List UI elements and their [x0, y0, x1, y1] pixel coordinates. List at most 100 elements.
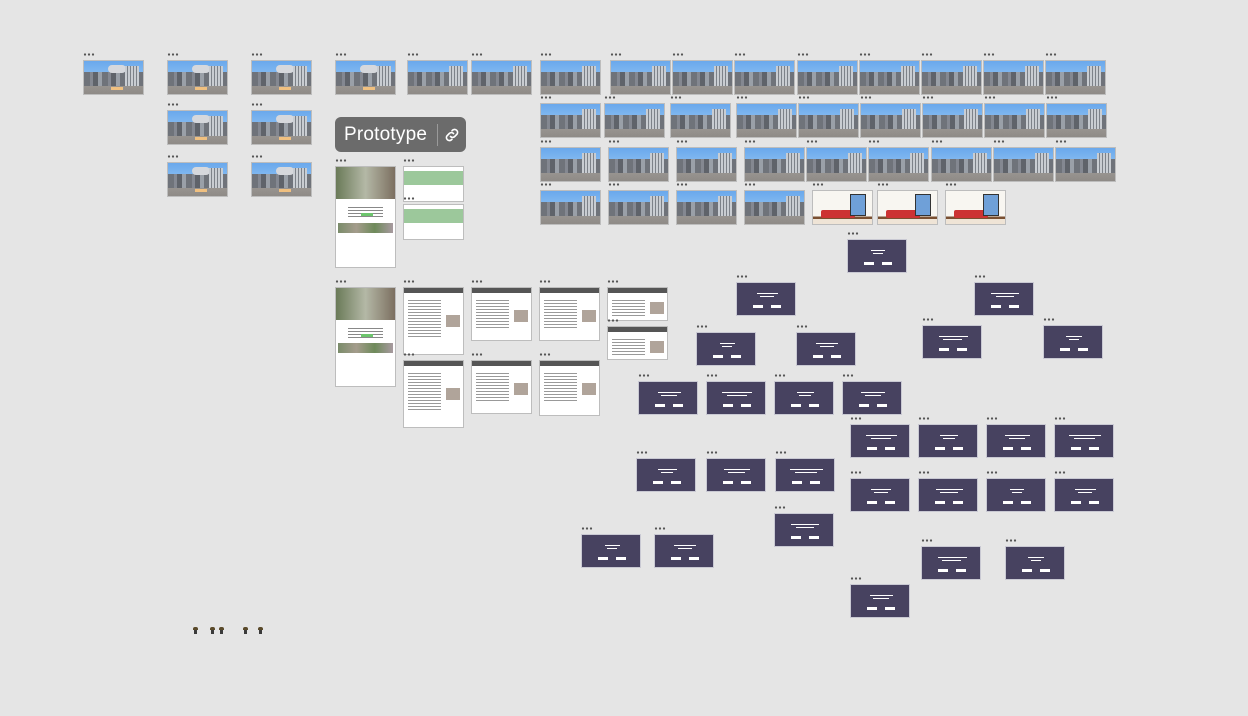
- frame-menu-dots[interactable]: [1054, 471, 1066, 474]
- dialog-frame[interactable]: [986, 424, 1046, 458]
- title-screen-frame[interactable]: [83, 60, 144, 95]
- frame-menu-dots[interactable]: [736, 96, 748, 99]
- frame-menu-dots[interactable]: [931, 140, 943, 143]
- frame-menu-dots[interactable]: [540, 96, 552, 99]
- frame-menu-dots[interactable]: [1043, 318, 1055, 321]
- frame-menu-dots[interactable]: [744, 183, 756, 186]
- room-scene-frame[interactable]: [812, 190, 873, 225]
- city-scene-frame[interactable]: [798, 103, 859, 138]
- dialog-frame[interactable]: [696, 332, 756, 366]
- city-scene-frame[interactable]: [868, 147, 929, 182]
- title-screen-frame[interactable]: [251, 110, 312, 145]
- city-scene-frame[interactable]: [859, 60, 920, 95]
- dialog-frame[interactable]: [918, 424, 978, 458]
- city-scene-frame[interactable]: [993, 147, 1054, 182]
- frame-menu-dots[interactable]: [610, 53, 622, 56]
- dialog-frame[interactable]: [918, 478, 978, 512]
- frame-menu-dots[interactable]: [850, 577, 862, 580]
- city-scene-frame[interactable]: [984, 103, 1045, 138]
- frame-menu-dots[interactable]: [670, 96, 682, 99]
- city-scene-frame[interactable]: [744, 147, 805, 182]
- dialog-frame[interactable]: [922, 325, 982, 359]
- frame-menu-dots[interactable]: [877, 183, 889, 186]
- title-screen-frame[interactable]: [167, 162, 228, 197]
- frame-menu-dots[interactable]: [540, 140, 552, 143]
- frame-menu-dots[interactable]: [251, 155, 263, 158]
- title-screen-frame[interactable]: [335, 60, 396, 95]
- city-scene-frame[interactable]: [797, 60, 858, 95]
- frame-menu-dots[interactable]: [945, 183, 957, 186]
- title-screen-frame[interactable]: [167, 110, 228, 145]
- frame-menu-dots[interactable]: [581, 527, 593, 530]
- frame-menu-dots[interactable]: [921, 53, 933, 56]
- article-page-frame[interactable]: [539, 360, 600, 416]
- frame-menu-dots[interactable]: [654, 527, 666, 530]
- dialog-frame[interactable]: [921, 546, 981, 580]
- frame-menu-dots[interactable]: [696, 325, 708, 328]
- frame-menu-dots[interactable]: [983, 53, 995, 56]
- article-page-frame[interactable]: [471, 287, 532, 341]
- room-scene-frame[interactable]: [877, 190, 938, 225]
- frame-menu-dots[interactable]: [335, 53, 347, 56]
- frame-menu-dots[interactable]: [167, 53, 179, 56]
- character-sprite[interactable]: [258, 627, 263, 634]
- frame-menu-dots[interactable]: [607, 280, 619, 283]
- title-screen-frame[interactable]: [251, 60, 312, 95]
- prototype-button[interactable]: Prototype: [335, 117, 466, 152]
- city-scene-frame[interactable]: [676, 147, 737, 182]
- frame-menu-dots[interactable]: [842, 374, 854, 377]
- dialog-frame[interactable]: [1043, 325, 1103, 359]
- title-screen-frame[interactable]: [167, 60, 228, 95]
- dialog-frame[interactable]: [974, 282, 1034, 316]
- frame-menu-dots[interactable]: [403, 159, 415, 162]
- city-scene-frame[interactable]: [608, 190, 669, 225]
- dialog-frame[interactable]: [775, 458, 835, 492]
- city-scene-frame[interactable]: [540, 147, 601, 182]
- frame-menu-dots[interactable]: [921, 539, 933, 542]
- frame-menu-dots[interactable]: [251, 53, 263, 56]
- frame-menu-dots[interactable]: [736, 275, 748, 278]
- frame-menu-dots[interactable]: [539, 353, 551, 356]
- frame-menu-dots[interactable]: [403, 280, 415, 283]
- frame-menu-dots[interactable]: [167, 103, 179, 106]
- room-scene-frame[interactable]: [945, 190, 1006, 225]
- frame-menu-dots[interactable]: [984, 96, 996, 99]
- dialog-frame[interactable]: [581, 534, 641, 568]
- whiteboard-canvas[interactable]: [0, 0, 1248, 716]
- green-page-frame[interactable]: [403, 204, 464, 240]
- dialog-frame[interactable]: [774, 381, 834, 415]
- dialog-frame[interactable]: [986, 478, 1046, 512]
- city-scene-frame[interactable]: [604, 103, 665, 138]
- frame-menu-dots[interactable]: [974, 275, 986, 278]
- frame-menu-dots[interactable]: [774, 374, 786, 377]
- dialog-frame[interactable]: [706, 381, 766, 415]
- frame-menu-dots[interactable]: [806, 140, 818, 143]
- frame-menu-dots[interactable]: [335, 159, 347, 162]
- city-scene-frame[interactable]: [744, 190, 805, 225]
- frame-menu-dots[interactable]: [986, 471, 998, 474]
- city-scene-frame[interactable]: [540, 60, 601, 95]
- dialog-frame[interactable]: [850, 424, 910, 458]
- frame-menu-dots[interactable]: [918, 417, 930, 420]
- city-scene-frame[interactable]: [540, 103, 601, 138]
- web-page-frame[interactable]: [335, 166, 396, 268]
- frame-menu-dots[interactable]: [604, 96, 616, 99]
- frame-menu-dots[interactable]: [471, 53, 483, 56]
- frame-menu-dots[interactable]: [798, 96, 810, 99]
- frame-menu-dots[interactable]: [993, 140, 1005, 143]
- city-scene-frame[interactable]: [1046, 103, 1107, 138]
- frame-menu-dots[interactable]: [251, 103, 263, 106]
- city-scene-frame[interactable]: [1045, 60, 1106, 95]
- city-scene-frame[interactable]: [540, 190, 601, 225]
- city-scene-frame[interactable]: [983, 60, 1044, 95]
- city-scene-frame[interactable]: [806, 147, 867, 182]
- frame-menu-dots[interactable]: [335, 280, 347, 283]
- dialog-frame[interactable]: [654, 534, 714, 568]
- frame-menu-dots[interactable]: [1045, 53, 1057, 56]
- frame-menu-dots[interactable]: [403, 353, 415, 356]
- article-page-frame[interactable]: [403, 287, 464, 355]
- web-page-frame[interactable]: [335, 287, 396, 387]
- dialog-frame[interactable]: [706, 458, 766, 492]
- frame-menu-dots[interactable]: [471, 280, 483, 283]
- character-sprite[interactable]: [193, 627, 198, 634]
